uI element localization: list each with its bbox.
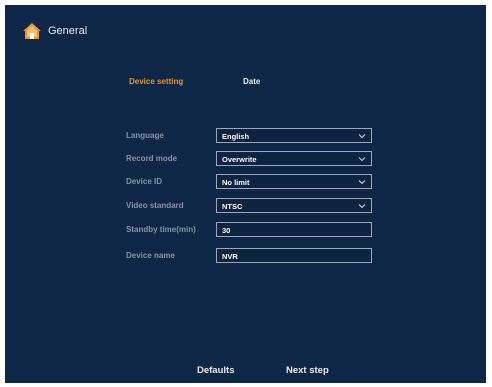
chevron-down-icon [358, 180, 366, 185]
language-select[interactable]: English [216, 128, 372, 143]
header: General [22, 22, 87, 40]
tab-date[interactable]: Date [243, 77, 260, 86]
standby-time-label: Standby time(min) [126, 225, 196, 234]
device-name-value: NVR [222, 252, 238, 261]
chevron-down-icon [358, 204, 366, 209]
settings-tabs: Device setting Date [5, 77, 486, 91]
defaults-button[interactable]: Defaults [197, 365, 234, 376]
standby-time-row: Standby time(min) 30 [5, 222, 486, 238]
device-id-select[interactable]: No limit [216, 174, 372, 189]
video-standard-value: NTSC [222, 202, 243, 211]
standby-time-value: 30 [222, 226, 231, 235]
record-mode-row: Record mode Overwrite [5, 151, 486, 167]
video-standard-row: Video standard NTSC [5, 198, 486, 214]
page-title: General [48, 25, 88, 37]
device-id-label: Device ID [126, 177, 163, 186]
chevron-down-icon [358, 134, 366, 139]
next-step-button[interactable]: Next step [286, 365, 329, 376]
video-standard-select[interactable]: NTSC [216, 198, 372, 213]
language-label: Language [126, 131, 164, 140]
record-mode-value: Overwrite [222, 155, 257, 164]
device-id-row: Device ID No limit [5, 174, 486, 190]
general-settings-screen: General Device setting Date Language Eng… [5, 5, 486, 383]
video-standard-label: Video standard [126, 201, 184, 210]
device-name-row: Device name NVR [5, 248, 486, 264]
home-icon [23, 23, 41, 39]
language-row: Language English [5, 128, 486, 144]
device-name-input[interactable]: NVR [216, 248, 372, 263]
record-mode-label: Record mode [126, 154, 178, 163]
record-mode-select[interactable]: Overwrite [216, 151, 372, 166]
device-name-label: Device name [126, 251, 175, 260]
chevron-down-icon [358, 157, 366, 162]
device-id-value: No limit [222, 178, 250, 187]
language-value: English [222, 132, 250, 141]
standby-time-input[interactable]: 30 [216, 222, 372, 237]
tab-device-setting[interactable]: Device setting [129, 77, 183, 86]
